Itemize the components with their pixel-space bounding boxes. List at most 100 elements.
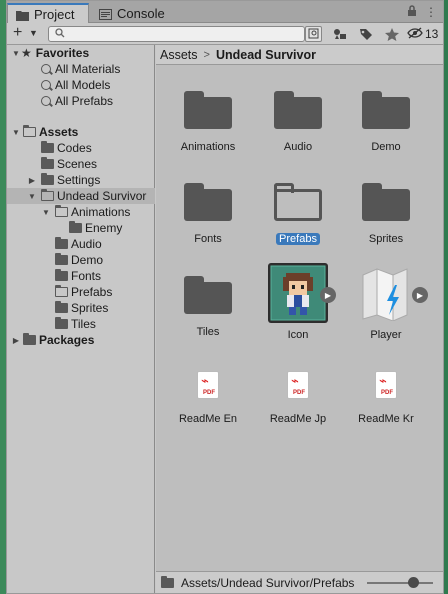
asset-label: Audio bbox=[283, 141, 313, 153]
folder-tree: ▼ ★ Favorites All Materials All Models A… bbox=[7, 45, 155, 593]
tree-item-favorites[interactable]: ▼ ★ Favorites bbox=[7, 45, 155, 61]
tree-item-scenes[interactable]: Scenes bbox=[7, 156, 155, 172]
folder-open-icon bbox=[40, 189, 54, 201]
tree-item-demo[interactable]: Demo bbox=[7, 252, 155, 268]
tab-console[interactable]: Console bbox=[91, 3, 171, 23]
asset-label: ReadMe Jp bbox=[269, 413, 327, 425]
tree-item-animations[interactable]: ▼ Animations bbox=[7, 204, 155, 220]
breadcrumb-assets[interactable]: Assets bbox=[160, 48, 198, 62]
asset-browser: Assets > Undead Survivor Animations Audi… bbox=[156, 45, 443, 593]
window-edge-right bbox=[444, 0, 448, 594]
hidden-packages-toggle[interactable]: 13 bbox=[407, 26, 439, 42]
kebab-menu-icon[interactable]: ⋮ bbox=[425, 5, 437, 20]
chevron-right-icon[interactable]: ▶ bbox=[27, 176, 37, 185]
tab-project[interactable]: Project bbox=[7, 3, 89, 23]
folder-icon bbox=[55, 237, 68, 249]
tree-item-audio[interactable]: Audio bbox=[7, 236, 155, 252]
asset-tiles[interactable]: Tiles bbox=[164, 274, 252, 338]
asset-audio[interactable]: Audio bbox=[254, 89, 342, 153]
zoom-slider-handle[interactable] bbox=[408, 577, 419, 588]
asset-label: Animations bbox=[180, 141, 236, 153]
breadcrumb-current[interactable]: Undead Survivor bbox=[216, 48, 316, 62]
asset-label: ReadMe En bbox=[178, 413, 238, 425]
tree-item-all-models[interactable]: All Models bbox=[7, 77, 155, 93]
tree-item-all-materials[interactable]: All Materials bbox=[7, 61, 155, 77]
tab-label: Console bbox=[117, 5, 165, 21]
asset-label: Fonts bbox=[194, 233, 222, 245]
folder-icon bbox=[274, 89, 322, 129]
tab-actions: ⋮ bbox=[407, 5, 437, 20]
folder-empty-icon bbox=[54, 285, 68, 297]
folder-icon bbox=[184, 274, 232, 314]
tree-item-sprites[interactable]: Sprites bbox=[7, 300, 155, 316]
asset-label: Demo bbox=[371, 141, 401, 153]
asset-fonts[interactable]: Fonts bbox=[164, 181, 252, 245]
pdf-icon: ⌁ PDF bbox=[287, 371, 309, 399]
sprite-thumbnail bbox=[268, 263, 328, 323]
toolbar-filters: 13 bbox=[329, 26, 438, 42]
chevron-down-icon[interactable]: ▼ bbox=[11, 128, 21, 137]
tree-item-tiles[interactable]: Tiles bbox=[7, 316, 155, 332]
chevron-down-icon[interactable]: ▼ bbox=[41, 208, 51, 217]
tree-item-all-prefabs[interactable]: All Prefabs bbox=[7, 93, 155, 109]
animator-icon bbox=[357, 265, 415, 322]
tree-item-undead-survivor[interactable]: ▼ Undead Survivor bbox=[7, 188, 155, 204]
tree-item-enemy[interactable]: Enemy bbox=[7, 220, 155, 236]
folder-icon bbox=[161, 575, 174, 588]
asset-prefabs[interactable]: Prefabs bbox=[254, 181, 342, 245]
search-icon bbox=[55, 28, 65, 41]
folder-icon bbox=[41, 141, 54, 153]
eye-slash-icon bbox=[407, 26, 423, 42]
search-by-type-button[interactable] bbox=[305, 26, 322, 42]
create-button[interactable]: + bbox=[13, 25, 22, 41]
tree-item-codes[interactable]: Codes bbox=[7, 140, 155, 156]
asset-readme-en[interactable]: ⌁ PDF ReadMe En bbox=[164, 371, 252, 425]
favorite-star-icon[interactable] bbox=[381, 26, 403, 42]
pdf-icon: ⌁ PDF bbox=[197, 371, 219, 399]
search-icon bbox=[41, 64, 51, 74]
asset-sprites[interactable]: Sprites bbox=[342, 181, 430, 245]
search-icon bbox=[41, 96, 51, 106]
hidden-count: 13 bbox=[425, 27, 439, 41]
asset-player[interactable]: ▶ Player bbox=[342, 265, 430, 341]
folder-icon bbox=[362, 181, 410, 221]
asset-label: Prefabs bbox=[276, 233, 320, 245]
chevron-down-icon[interactable]: ▼ bbox=[29, 28, 38, 38]
folder-icon bbox=[55, 317, 68, 329]
folder-icon bbox=[184, 181, 232, 221]
asset-label: Player bbox=[370, 329, 402, 341]
asset-readme-kr[interactable]: ⌁ PDF ReadMe Kr bbox=[342, 371, 430, 425]
tree-item-fonts[interactable]: Fonts bbox=[7, 268, 155, 284]
zoom-slider[interactable] bbox=[367, 582, 433, 584]
asset-animations[interactable]: Animations bbox=[164, 89, 252, 153]
path-status-bar: Assets/Undead Survivor/Prefabs bbox=[156, 571, 443, 593]
tree-item-packages[interactable]: ▶ Packages bbox=[7, 332, 155, 348]
folder-icon bbox=[23, 333, 36, 345]
project-toolbar: + ▼ 13 bbox=[7, 23, 443, 45]
folder-empty-icon bbox=[274, 181, 322, 221]
folder-open-icon bbox=[22, 125, 36, 137]
project-window: Project Console ⋮ + ▼ 13 ▼ ★ Favorites A… bbox=[6, 0, 444, 594]
search-input[interactable] bbox=[48, 26, 305, 42]
asset-label: ReadMe Kr bbox=[358, 413, 414, 425]
folder-icon bbox=[41, 157, 54, 169]
filter-by-type-icon[interactable] bbox=[329, 26, 351, 42]
folder-icon bbox=[184, 89, 232, 129]
tree-item-settings[interactable]: ▶ Settings bbox=[7, 172, 155, 188]
star-icon: ★ bbox=[21, 46, 32, 60]
tree-item-prefabs[interactable]: Prefabs bbox=[7, 284, 155, 300]
chevron-down-icon[interactable]: ▼ bbox=[11, 49, 21, 58]
asset-readme-jp[interactable]: ⌁ PDF ReadMe Jp bbox=[254, 371, 342, 425]
play-icon[interactable]: ▶ bbox=[412, 287, 428, 303]
breadcrumb: Assets > Undead Survivor bbox=[156, 45, 443, 65]
asset-icon[interactable]: ▶ Icon bbox=[254, 263, 342, 341]
chevron-right-icon[interactable]: ▶ bbox=[11, 336, 21, 345]
play-icon[interactable]: ▶ bbox=[320, 287, 336, 303]
folder-icon bbox=[55, 301, 68, 313]
filter-by-label-icon[interactable] bbox=[355, 26, 377, 42]
folder-icon bbox=[362, 89, 410, 129]
lock-icon[interactable] bbox=[407, 5, 417, 20]
tree-item-assets[interactable]: ▼ Assets bbox=[7, 124, 155, 140]
chevron-down-icon[interactable]: ▼ bbox=[27, 192, 37, 201]
asset-demo[interactable]: Demo bbox=[342, 89, 430, 153]
